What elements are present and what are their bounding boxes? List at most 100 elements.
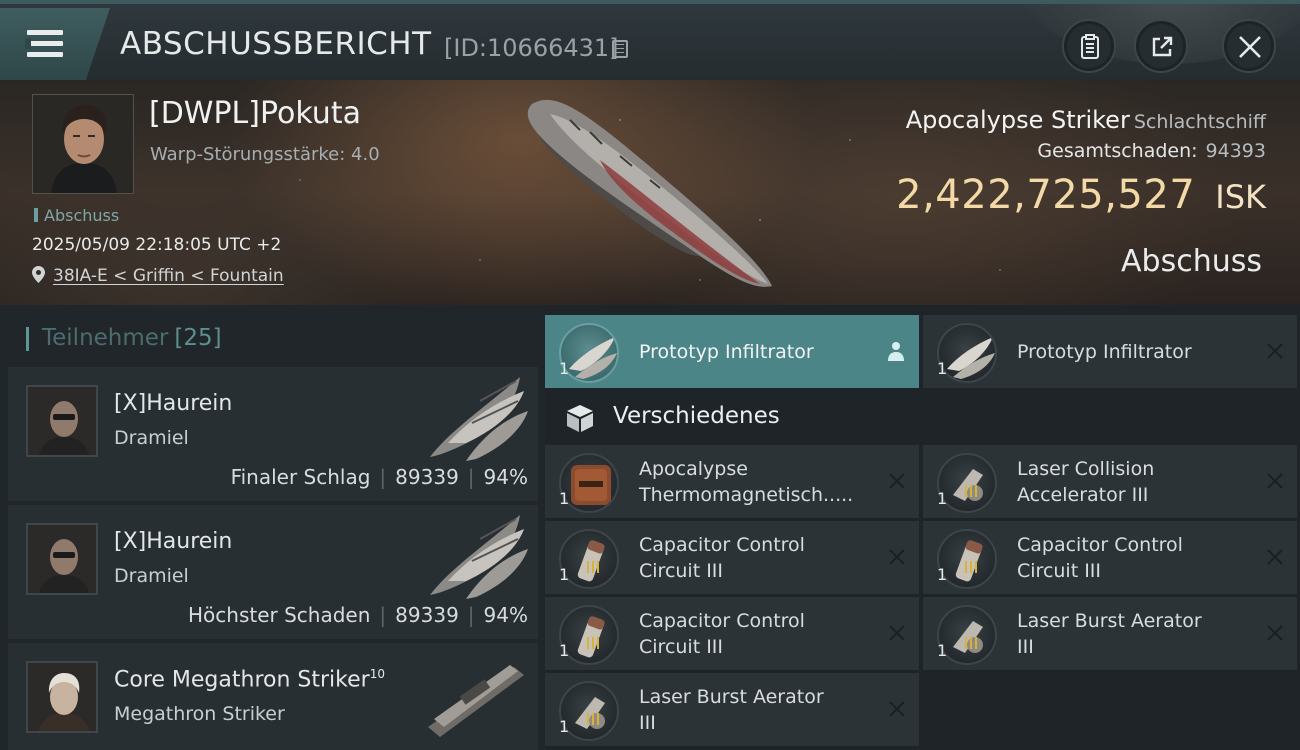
item-name: Laser Burst Aerator III bbox=[1017, 608, 1257, 660]
item-row[interactable]: 1 Capacitor Control Circuit III bbox=[545, 597, 919, 670]
warp-strength: Warp-Störungsstärke: 4.0 bbox=[150, 144, 380, 165]
item-row[interactable]: 1 Laser Collision Accelerator III bbox=[923, 445, 1297, 518]
close-button[interactable] bbox=[1222, 19, 1276, 73]
item-name-line2: III bbox=[639, 712, 656, 734]
participant-ship-image bbox=[430, 515, 528, 599]
item-name: Capacitor Control Circuit III bbox=[639, 608, 879, 660]
close-icon bbox=[1239, 36, 1261, 58]
participant-level: 10 bbox=[369, 667, 385, 681]
item-name-line1: Laser Burst Aerator bbox=[1017, 610, 1202, 632]
page-title: ABSCHUSSBERICHT bbox=[120, 26, 432, 62]
item-row[interactable]: 1 Capacitor Control Circuit III bbox=[923, 521, 1297, 594]
item-name-line2: Circuit III bbox=[1017, 560, 1102, 582]
item-quantity: 1 bbox=[559, 565, 570, 584]
capacitor-rig-icon bbox=[577, 616, 605, 658]
destroyed-x-icon bbox=[1267, 625, 1283, 641]
participant-avatar bbox=[26, 385, 98, 457]
avatar bbox=[28, 663, 96, 731]
stat-damage: 89339 bbox=[395, 603, 459, 627]
participants-title: Teilnehmer bbox=[42, 325, 169, 351]
clipboard-icon bbox=[1081, 34, 1099, 59]
drone-icon bbox=[569, 337, 617, 379]
menu-button[interactable] bbox=[0, 8, 110, 80]
participant-stats: Höchster Schaden | 89339 | 94% bbox=[188, 603, 528, 627]
report-button[interactable] bbox=[1062, 19, 1116, 73]
rig-icon bbox=[953, 469, 983, 501]
item-row[interactable]: 1 Laser Burst Aerator III bbox=[545, 673, 919, 746]
damage-label: Gesamtschaden: bbox=[1037, 140, 1198, 162]
avatar bbox=[33, 95, 133, 193]
item-quantity: 1 bbox=[559, 717, 570, 736]
destroyed-x-icon bbox=[1267, 343, 1283, 359]
item-quantity: 1 bbox=[937, 641, 948, 660]
avatar bbox=[28, 525, 96, 593]
tech3-badge bbox=[587, 637, 601, 649]
participants-panel: Teilnehmer [25] [X]Haurein Dramiel Finale… bbox=[0, 305, 545, 750]
destroyed-x-icon bbox=[889, 701, 905, 717]
total-damage: Gesamtschaden: 94393 bbox=[1037, 140, 1266, 162]
item-row-selected[interactable]: 1 Prototyp Infiltrator bbox=[545, 315, 919, 388]
participant-ship: Dramiel bbox=[114, 427, 189, 449]
participant-name-text: Core Megathron Striker bbox=[114, 667, 370, 693]
item-quantity: 1 bbox=[937, 359, 948, 378]
item-quantity: 1 bbox=[559, 641, 570, 660]
participant-row[interactable]: Core Megathron Striker10 Megathron Strik… bbox=[8, 643, 538, 750]
item-name: Laser Collision Accelerator III bbox=[1017, 456, 1257, 508]
avatar bbox=[28, 387, 96, 455]
destroyed-x-icon bbox=[889, 473, 905, 489]
item-name: Laser Burst Aerator III bbox=[639, 684, 879, 736]
cube-icon bbox=[567, 405, 593, 432]
item-row[interactable]: 1 Apocalypse Thermomagnetisch..... bbox=[545, 445, 919, 518]
participant-row[interactable]: [X]Haurein Dramiel Finaler Schlag | 89339 |… bbox=[8, 367, 538, 501]
participant-row[interactable]: [X]Haurein Dramiel Höchster Schaden | 8933… bbox=[8, 505, 538, 639]
destroyed-x-icon bbox=[889, 549, 905, 565]
damage-value: 94393 bbox=[1205, 140, 1266, 162]
copy-icon[interactable] bbox=[612, 40, 628, 58]
location-pin-icon bbox=[32, 266, 45, 283]
item-quantity: 1 bbox=[937, 489, 948, 508]
participant-avatar bbox=[26, 523, 98, 595]
item-name-line2: Thermomagnetisch..... bbox=[639, 484, 854, 506]
participant-ship: Dramiel bbox=[114, 565, 189, 587]
kill-type-tag: Abschuss bbox=[34, 206, 119, 225]
item-quantity: 1 bbox=[559, 359, 570, 378]
share-icon bbox=[1152, 36, 1173, 57]
item-row[interactable]: 1 Prototyp Infiltrator bbox=[923, 315, 1297, 388]
item-name-line1: Laser Collision bbox=[1017, 458, 1155, 480]
stat-label: Höchster Schaden bbox=[188, 603, 371, 627]
item-name-line1: Capacitor Control bbox=[639, 534, 805, 556]
tech3-badge bbox=[965, 485, 979, 497]
participant-name: [X]Haurein bbox=[114, 529, 233, 554]
stat-percent: 94% bbox=[483, 603, 528, 627]
item-name-line2: Circuit III bbox=[639, 560, 724, 582]
kill-location[interactable]: 38IA-E < Griffin < Fountain bbox=[32, 266, 284, 286]
item-quantity: 1 bbox=[559, 489, 570, 508]
section-header-misc: Verschiedenes bbox=[545, 391, 1300, 445]
victim-name[interactable]: [DWPL]Pokuta bbox=[149, 96, 361, 131]
participant-ship-image bbox=[428, 665, 524, 737]
tech3-badge bbox=[587, 713, 601, 725]
victim-portrait[interactable] bbox=[32, 94, 134, 194]
capacitor-rig-icon bbox=[955, 540, 983, 582]
item-row[interactable]: 1 Laser Burst Aerator III bbox=[923, 597, 1297, 670]
victim-ship-image bbox=[527, 99, 772, 287]
participants-count: [25] bbox=[174, 325, 222, 351]
location-link[interactable]: 38IA-E < Griffin < Fountain bbox=[53, 266, 284, 286]
item-name-line1: Laser Burst Aerator bbox=[639, 686, 824, 708]
participant-name: Core Megathron Striker10 bbox=[114, 667, 385, 692]
stat-damage: 89339 bbox=[395, 465, 459, 489]
item-name-line1: Capacitor Control bbox=[639, 610, 805, 632]
item-quantity: 1 bbox=[937, 565, 948, 584]
victim-ship-name[interactable]: Apocalypse Striker Schlachtschiff bbox=[906, 106, 1266, 134]
item-row[interactable]: 1 Capacitor Control Circuit III bbox=[545, 521, 919, 594]
skin-icon bbox=[571, 465, 611, 505]
destroyed-x-icon bbox=[889, 625, 905, 641]
victim-banner: Abschuss 2025/05/09 22:18:05 UTC +2 38IA… bbox=[0, 80, 1300, 305]
items-panel: 1 Prototyp Infiltrator 1 Prototyp Infilt… bbox=[545, 305, 1300, 750]
participants-header: Teilnehmer [25] bbox=[26, 325, 222, 351]
share-button[interactable] bbox=[1134, 19, 1188, 73]
tech3-badge bbox=[965, 637, 979, 649]
tech3-badge bbox=[587, 561, 601, 573]
tech3-badge bbox=[965, 561, 979, 573]
item-name-line2: III bbox=[1017, 636, 1034, 658]
